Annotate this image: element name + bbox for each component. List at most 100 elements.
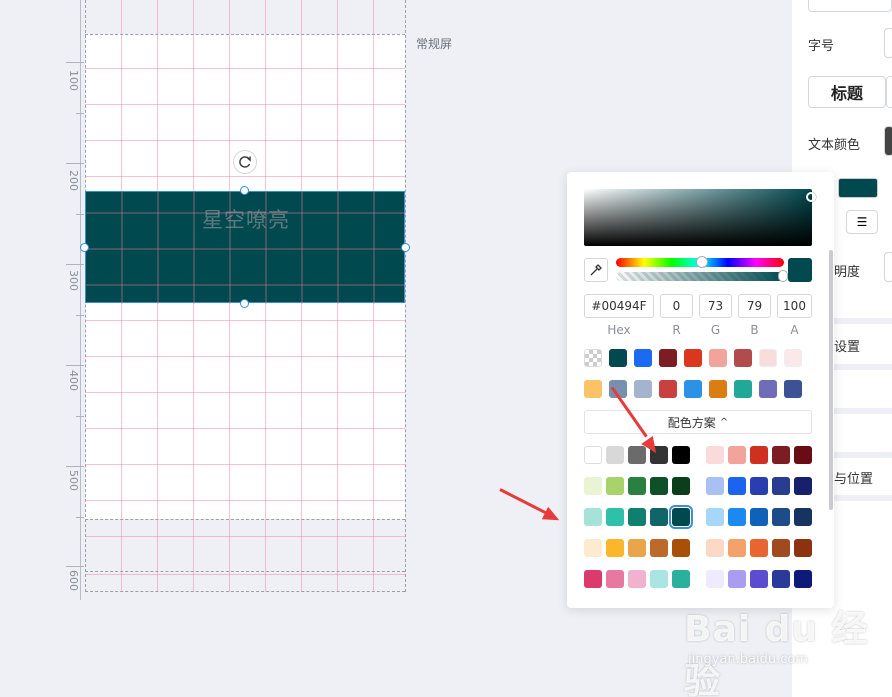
palette-swatch[interactable] bbox=[728, 539, 746, 557]
palette-swatch[interactable] bbox=[606, 539, 624, 557]
resize-handle-left[interactable] bbox=[80, 243, 89, 252]
palette-swatch[interactable] bbox=[706, 539, 724, 557]
recent-color-swatch[interactable] bbox=[759, 380, 777, 398]
font-family-select[interactable] bbox=[808, 0, 892, 12]
r-label: R bbox=[672, 323, 681, 337]
recent-color-swatch[interactable] bbox=[709, 349, 727, 367]
palette-swatch[interactable] bbox=[628, 508, 646, 526]
recent-color-swatch[interactable] bbox=[634, 349, 652, 367]
section-settings[interactable]: 设置 bbox=[834, 336, 860, 355]
palette-swatch[interactable] bbox=[584, 570, 602, 588]
palette-swatch[interactable] bbox=[584, 539, 602, 557]
recent-color-swatch[interactable] bbox=[584, 380, 602, 398]
recent-color-swatch[interactable] bbox=[609, 349, 627, 367]
palette-swatch[interactable] bbox=[672, 570, 690, 588]
palette-swatch[interactable] bbox=[628, 446, 646, 464]
title-style-button[interactable]: 标题 bbox=[808, 76, 886, 108]
palette-swatch[interactable] bbox=[750, 539, 768, 557]
recent-color-swatch[interactable] bbox=[659, 380, 677, 398]
palette-swatch[interactable] bbox=[706, 508, 724, 526]
palette-swatch[interactable] bbox=[584, 508, 602, 526]
recent-color-swatch[interactable] bbox=[709, 380, 727, 398]
palette-swatch[interactable] bbox=[672, 539, 690, 557]
recent-color-swatch[interactable] bbox=[634, 380, 652, 398]
recent-color-swatch[interactable] bbox=[684, 380, 702, 398]
palette-swatch[interactable] bbox=[669, 505, 693, 529]
palette-swatch[interactable] bbox=[650, 508, 668, 526]
section-position[interactable]: 与位置 bbox=[834, 468, 873, 487]
recent-color-swatch[interactable] bbox=[734, 349, 752, 367]
palette-swatch[interactable] bbox=[706, 446, 724, 464]
color-scheme-toggle[interactable]: 配色方案 ^ bbox=[584, 410, 812, 434]
resize-handle-bottom[interactable] bbox=[240, 299, 249, 308]
palette-swatch[interactable] bbox=[706, 570, 724, 588]
palette-swatch[interactable] bbox=[628, 570, 646, 588]
palette-swatch[interactable] bbox=[706, 477, 724, 495]
palette-swatch[interactable] bbox=[606, 570, 624, 588]
palette-swatch[interactable] bbox=[772, 508, 790, 526]
palette-swatch[interactable] bbox=[794, 508, 812, 526]
palette-swatch[interactable] bbox=[750, 446, 768, 464]
eyedropper-button[interactable] bbox=[584, 258, 608, 282]
palette-swatch[interactable] bbox=[584, 477, 602, 495]
palette-swatch[interactable] bbox=[728, 508, 746, 526]
palette-swatch[interactable] bbox=[794, 446, 812, 464]
palette-swatch[interactable] bbox=[794, 539, 812, 557]
palette-swatch[interactable] bbox=[728, 477, 746, 495]
palette-swatch[interactable] bbox=[750, 508, 768, 526]
palette-swatch[interactable] bbox=[794, 570, 812, 588]
hue-knob[interactable] bbox=[696, 256, 708, 268]
opacity-input[interactable] bbox=[884, 252, 892, 282]
palette-swatch[interactable] bbox=[606, 477, 624, 495]
palette-swatch[interactable] bbox=[772, 446, 790, 464]
opacity-label: 明度 bbox=[834, 265, 861, 280]
palette-swatch[interactable] bbox=[672, 446, 690, 464]
recent-color-swatch[interactable] bbox=[784, 380, 802, 398]
palette-swatch[interactable] bbox=[750, 477, 768, 495]
palette-swatch[interactable] bbox=[772, 539, 790, 557]
bg-color-swatch[interactable] bbox=[838, 178, 878, 198]
palette-swatch[interactable] bbox=[650, 477, 668, 495]
palette-swatch[interactable] bbox=[728, 570, 746, 588]
palette-swatch[interactable] bbox=[772, 477, 790, 495]
alpha-slider[interactable] bbox=[616, 270, 788, 282]
recent-color-swatch[interactable] bbox=[684, 349, 702, 367]
recent-color-swatch[interactable] bbox=[759, 349, 777, 367]
palette-swatch[interactable] bbox=[750, 570, 768, 588]
text-color-swatch[interactable] bbox=[884, 126, 892, 156]
palette-swatch[interactable] bbox=[650, 570, 668, 588]
b-input[interactable]: 79 bbox=[738, 294, 771, 318]
recent-color-swatch[interactable] bbox=[784, 349, 802, 367]
palette-swatch[interactable] bbox=[728, 446, 746, 464]
rotate-button[interactable] bbox=[233, 150, 257, 174]
picker-scrollbar[interactable] bbox=[829, 250, 833, 510]
resize-handle-right[interactable] bbox=[401, 243, 410, 252]
hex-input[interactable]: #00494F bbox=[584, 294, 654, 318]
chevron-up-icon: ^ bbox=[719, 416, 729, 428]
palette-swatch[interactable] bbox=[584, 446, 602, 464]
palette-swatch[interactable] bbox=[606, 508, 624, 526]
resize-handle-top[interactable] bbox=[240, 186, 249, 195]
palette-swatch[interactable] bbox=[628, 539, 646, 557]
transparent-swatch[interactable] bbox=[584, 349, 602, 367]
g-input[interactable]: 73 bbox=[699, 294, 732, 318]
sv-knob[interactable] bbox=[806, 192, 816, 202]
a-input[interactable]: 100 bbox=[777, 294, 812, 318]
font-size-input[interactable] bbox=[884, 28, 892, 58]
line-height-button[interactable]: ☰ bbox=[846, 210, 878, 234]
hue-slider[interactable] bbox=[616, 256, 784, 268]
palette-swatch[interactable] bbox=[628, 477, 646, 495]
saturation-value-area[interactable] bbox=[584, 189, 816, 246]
recent-color-swatch[interactable] bbox=[659, 349, 677, 367]
palette-swatch[interactable] bbox=[606, 446, 624, 464]
r-input[interactable]: 0 bbox=[660, 294, 693, 318]
palette-swatch[interactable] bbox=[650, 539, 668, 557]
palette-swatch[interactable] bbox=[772, 570, 790, 588]
g-label: G bbox=[710, 323, 721, 337]
body-style-button[interactable] bbox=[886, 76, 892, 108]
selected-text-block[interactable]: 星空嘹亮 bbox=[85, 191, 406, 304]
palette-swatch[interactable] bbox=[672, 477, 690, 495]
alpha-knob[interactable] bbox=[778, 270, 788, 282]
palette-swatch[interactable] bbox=[794, 477, 812, 495]
recent-color-swatch[interactable] bbox=[734, 380, 752, 398]
